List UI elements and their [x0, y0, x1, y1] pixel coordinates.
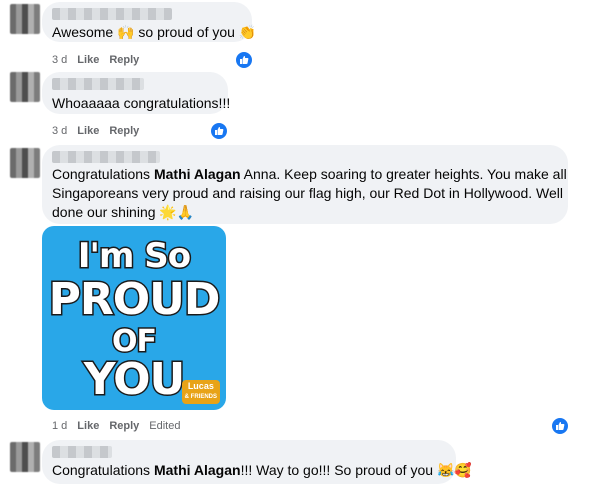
commenter-name[interactable]: [52, 78, 144, 90]
comment-text: Congratulations Mathi Alagan Anna. Keep …: [52, 166, 567, 220]
cat-laughing-emoji: 😹: [436, 462, 455, 478]
reply-link[interactable]: Reply: [109, 54, 139, 66]
mention-link[interactable]: Mathi Alagan: [154, 462, 241, 478]
sticker-line-2: PROUD: [47, 273, 222, 327]
comment-meta: 1 d Like Reply Edited: [52, 420, 180, 432]
mention-link[interactable]: Mathi Alagan: [154, 166, 241, 182]
sticker-image[interactable]: I'm So PROUD OF YOU Lucas & FRIENDS: [42, 226, 226, 410]
sticker-brand-logo: Lucas & FRIENDS: [181, 380, 220, 404]
sticker-line-1: I'm So: [76, 235, 192, 278]
like-link[interactable]: Like: [77, 125, 99, 137]
timestamp[interactable]: 3 d: [52, 125, 67, 137]
like-reaction-badge[interactable]: [234, 50, 254, 70]
comment-bubble: Congratulations Mathi Alagan Anna. Keep …: [42, 145, 568, 224]
commenter-name[interactable]: [52, 151, 160, 163]
timestamp[interactable]: 3 d: [52, 54, 67, 66]
comment-bubble: Whoaaaaa congratulations!!!: [42, 72, 231, 114]
clapping-hands-emoji: 👏: [238, 24, 257, 40]
avatar[interactable]: [10, 4, 40, 34]
like-reaction-badge[interactable]: [209, 121, 229, 141]
comment-meta: 3 d Like Reply: [52, 54, 139, 66]
timestamp[interactable]: 1 d: [52, 420, 67, 432]
comment-meta: 3 d Like Reply: [52, 125, 139, 137]
folded-hands-emoji: 🙏: [176, 204, 195, 220]
commenter-name[interactable]: [52, 446, 112, 458]
star-emoji: 🌟: [159, 204, 177, 220]
thumbs-up-icon: [556, 422, 565, 430]
avatar[interactable]: [10, 72, 40, 102]
reply-link[interactable]: Reply: [109, 125, 139, 137]
comment-text: Congratulations Mathi Alagan!!! Way to g…: [52, 462, 472, 478]
comment-bubble: Awesome 🙌 so proud of you 👏: [42, 2, 256, 42]
reply-link[interactable]: Reply: [109, 420, 139, 432]
like-link[interactable]: Like: [77, 54, 99, 66]
raised-hands-emoji: 🙌: [117, 24, 135, 40]
like-reaction-badge[interactable]: [550, 416, 570, 436]
comment-text: Awesome 🙌 so proud of you 👏: [52, 24, 257, 40]
thumbs-up-icon: [215, 127, 224, 135]
thumbs-up-icon: [240, 56, 249, 64]
comment-bubble: Congratulations Mathi Alagan!!! Way to g…: [42, 440, 472, 484]
like-link[interactable]: Like: [77, 420, 99, 432]
avatar[interactable]: [10, 148, 40, 178]
smiling-hearts-emoji: 🥰: [454, 462, 472, 478]
edited-label: Edited: [149, 420, 181, 432]
comment-text: Whoaaaaa congratulations!!!: [52, 95, 231, 111]
commenter-name[interactable]: [52, 8, 172, 20]
avatar[interactable]: [10, 442, 40, 472]
